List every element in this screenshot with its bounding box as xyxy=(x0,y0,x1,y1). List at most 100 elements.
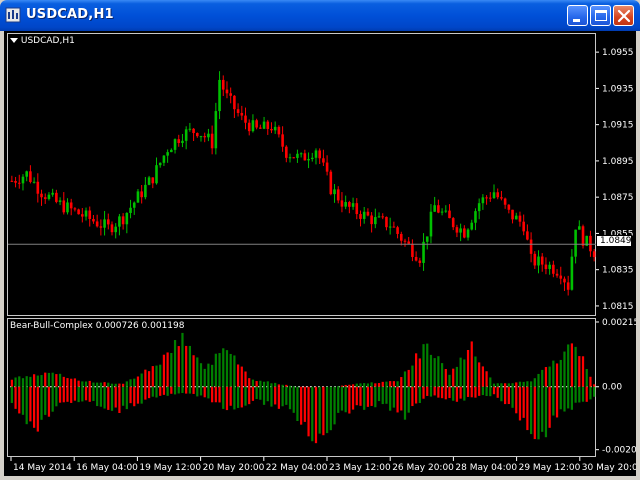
maximize-button[interactable] xyxy=(590,5,611,26)
price-candle xyxy=(192,128,195,134)
price-candle xyxy=(474,211,477,223)
price-candle xyxy=(77,209,80,215)
title-bar[interactable]: USDCAD,H1 xyxy=(0,0,640,31)
price-candle xyxy=(414,256,418,261)
price-candle xyxy=(281,134,284,147)
price-candle xyxy=(203,136,207,138)
time-tick-label: 22 May 04:00 xyxy=(266,463,328,473)
price-candle xyxy=(218,79,221,112)
indicator-label: Bear-Bull-Complex 0.000726 0.001198 xyxy=(10,321,185,331)
price-tick-label: 1.0875 xyxy=(602,193,634,203)
price-candle xyxy=(396,227,399,234)
price-candle xyxy=(518,215,522,222)
price-candle xyxy=(322,158,325,163)
price-candle xyxy=(566,282,570,290)
price-candle xyxy=(533,253,537,266)
price-candle xyxy=(199,136,203,138)
price-candle xyxy=(270,128,273,131)
price-candle xyxy=(418,260,422,263)
price-candle xyxy=(429,211,433,237)
price-candle xyxy=(151,177,155,184)
price-candle xyxy=(589,235,592,252)
price-candle xyxy=(578,226,581,230)
price-candle xyxy=(581,226,585,246)
indicator-axis: 0.002151 0.00 -0.00209 xyxy=(596,318,636,456)
chart-label: USDCAD,H1 xyxy=(10,36,75,46)
price-candle xyxy=(348,202,351,207)
minimize-icon xyxy=(573,19,580,22)
price-candle xyxy=(351,203,355,207)
indicator-bars xyxy=(10,332,596,444)
price-candle xyxy=(310,157,314,160)
indicator-tick-label: 0.002151 xyxy=(602,318,636,328)
price-candle xyxy=(188,128,192,130)
price-candle xyxy=(136,191,140,203)
price-candle xyxy=(340,200,344,207)
price-candle xyxy=(299,153,303,155)
price-candle xyxy=(43,197,47,199)
price-tick-label: 1.0935 xyxy=(602,84,634,94)
price-tick-label: 1.0835 xyxy=(602,266,634,276)
time-tick-label: 19 May 12:00 xyxy=(139,463,201,473)
price-candle xyxy=(511,209,514,220)
price-candle xyxy=(292,157,296,159)
price-candle xyxy=(92,218,95,222)
price-candle xyxy=(385,216,388,228)
symbol-dropdown-icon[interactable] xyxy=(10,36,18,46)
price-candle xyxy=(225,89,229,94)
close-icon xyxy=(617,9,631,23)
price-candle xyxy=(392,226,396,228)
price-candle xyxy=(526,231,529,240)
price-candle xyxy=(110,224,114,233)
price-candle xyxy=(592,251,596,258)
price-candle xyxy=(540,256,544,265)
price-axis: 1.09551.09351.09151.08951.08751.08551.08… xyxy=(596,48,634,312)
price-candle xyxy=(106,219,110,225)
price-candle xyxy=(399,233,403,241)
price-candle xyxy=(459,228,462,233)
price-candle xyxy=(544,264,548,270)
price-candle xyxy=(514,215,518,220)
price-tick-label: 1.0955 xyxy=(602,48,634,58)
price-candle xyxy=(314,150,318,158)
price-candle xyxy=(58,200,62,202)
minimize-button[interactable] xyxy=(567,5,588,26)
price-candle xyxy=(507,204,511,210)
price-candle xyxy=(288,157,292,159)
time-tick-label: 29 May 12:00 xyxy=(519,463,581,473)
price-candle xyxy=(366,211,370,216)
current-price-badge: 1.0849 xyxy=(596,235,632,247)
price-candle xyxy=(574,229,577,257)
price-candle xyxy=(470,222,474,230)
price-candle xyxy=(144,184,147,198)
time-tick-label: 20 May 20:00 xyxy=(203,463,265,473)
price-candle xyxy=(496,192,500,198)
price-candle xyxy=(403,240,407,242)
time-tick-label: 28 May 04:00 xyxy=(455,463,517,473)
price-candle xyxy=(69,202,73,209)
price-candle xyxy=(47,194,51,199)
indicator-tick-label: 0.00 xyxy=(602,383,622,393)
price-candle xyxy=(103,219,106,228)
maximize-icon xyxy=(595,10,607,21)
price-candle xyxy=(425,236,429,242)
price-candle xyxy=(233,95,236,110)
price-candle xyxy=(522,221,525,232)
price-candle xyxy=(477,203,481,212)
close-button[interactable] xyxy=(613,5,634,26)
price-candle xyxy=(448,210,451,219)
price-candle xyxy=(195,133,199,137)
price-candle xyxy=(10,180,14,182)
price-candle xyxy=(273,126,277,131)
price-candle xyxy=(17,182,21,184)
price-candle xyxy=(21,176,25,184)
price-candle xyxy=(451,218,455,228)
price-candle xyxy=(259,127,262,129)
price-candle xyxy=(537,256,540,266)
price-candle xyxy=(132,202,136,208)
price-candle xyxy=(529,239,533,254)
price-candle xyxy=(500,197,503,199)
price-candle xyxy=(559,275,563,279)
price-candle xyxy=(303,153,307,161)
price-candle xyxy=(570,256,574,290)
